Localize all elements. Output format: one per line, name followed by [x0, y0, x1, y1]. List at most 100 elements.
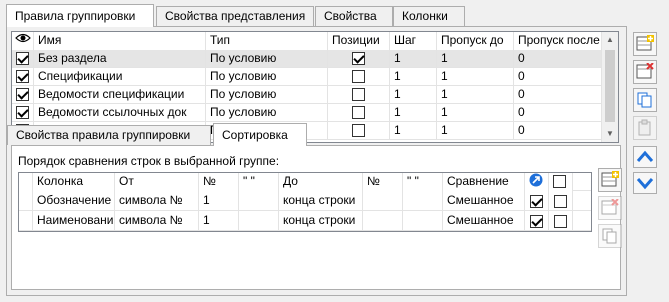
sort-caption: Порядок сравнения строк в выбранной груп… [18, 154, 280, 168]
column-header-step[interactable]: Шаг [390, 32, 437, 50]
rule-row[interactable]: Ведомости ссылочных док По условию 1 1 0 [12, 104, 602, 122]
sort-flag-checkbox[interactable] [549, 191, 573, 211]
scroll-down-icon[interactable]: ▼ [602, 126, 618, 142]
sort-from-no[interactable]: 1 [199, 211, 239, 231]
sort-direction-icon[interactable] [525, 173, 549, 191]
rule-name[interactable]: Спецификации [34, 68, 206, 86]
sort-to[interactable]: конца строки [279, 211, 363, 231]
column-header-from-quote[interactable]: " " [239, 173, 279, 191]
sort-ascending-checkbox[interactable] [525, 191, 549, 211]
rule-step[interactable]: 1 [390, 50, 437, 68]
rule-name[interactable]: Без раздела [34, 50, 206, 68]
column-header-from[interactable]: От [115, 173, 199, 191]
sort-column[interactable]: Обозначение [33, 191, 115, 211]
column-header-to-quote[interactable]: " " [403, 173, 443, 191]
scroll-up-icon[interactable]: ▲ [602, 32, 618, 48]
sort-compare[interactable]: Смешанное [443, 211, 525, 231]
rule-skip-after[interactable]: 0 [514, 68, 602, 86]
column-header-name[interactable]: Имя [34, 32, 206, 50]
rule-name[interactable]: Ведомости спецификации [34, 86, 206, 104]
delete-sort-button[interactable] [598, 196, 622, 220]
row-header[interactable] [19, 191, 33, 211]
sort-compare[interactable]: Смешанное [443, 191, 525, 211]
tab-view-properties[interactable]: Свойства представления [156, 6, 314, 26]
rule-positions-checkbox[interactable] [328, 104, 390, 122]
copy-rule-button[interactable] [633, 88, 657, 112]
rule-name[interactable]: Ведомости ссылочных док [34, 104, 206, 122]
rule-step[interactable]: 1 [390, 104, 437, 122]
rule-positions-checkbox[interactable] [328, 122, 390, 140]
rule-enabled-checkbox[interactable] [12, 68, 34, 86]
rule-type[interactable]: По условию [206, 50, 328, 68]
rule-positions-checkbox[interactable] [328, 68, 390, 86]
rule-type[interactable]: По условию [206, 104, 328, 122]
tab-grouping-rules[interactable]: Правила группировки [6, 4, 154, 27]
rule-step[interactable]: 1 [390, 122, 437, 140]
sort-to-no[interactable] [363, 211, 403, 231]
rule-enabled-checkbox[interactable] [12, 86, 34, 104]
rule-skip-before[interactable]: 1 [437, 50, 514, 68]
rule-enabled-checkbox[interactable] [12, 104, 34, 122]
column-header-from-no[interactable]: № [199, 173, 239, 191]
rule-skip-after[interactable]: 0 [514, 50, 602, 68]
rule-skip-before[interactable]: 1 [437, 68, 514, 86]
sort-grid[interactable]: Колонка От № " " До № " " Сравнение Обоз… [18, 172, 592, 232]
rule-step[interactable]: 1 [390, 68, 437, 86]
rule-type[interactable]: По условию [206, 86, 328, 104]
rule-step[interactable]: 1 [390, 86, 437, 104]
sort-row[interactable]: Обозначение символа № 1 конца строки Смешанн… [19, 191, 591, 211]
sort-flag-checkbox[interactable] [549, 211, 573, 231]
column-header-skip-after[interactable]: Пропуск после [514, 32, 602, 50]
sort-to[interactable]: конца строки [279, 191, 363, 211]
column-header-skip-before[interactable]: Пропуск до [437, 32, 514, 50]
rules-grid-scrollbar[interactable]: ▲ ▼ [601, 32, 618, 142]
sort-from-no[interactable]: 1 [199, 191, 239, 211]
sort-row[interactable]: Наименовани символа № 1 конца строки Смешанн… [19, 211, 591, 231]
copy-sort-button[interactable] [598, 224, 622, 248]
select-all-checkbox[interactable] [549, 173, 573, 191]
tab-rule-properties[interactable]: Свойства правила группировки [7, 125, 211, 145]
sorting-panel: Порядок сравнения строк в выбранной груп… [11, 145, 622, 290]
rule-skip-before[interactable]: 1 [437, 122, 514, 140]
column-header-type[interactable]: Тип [206, 32, 328, 50]
rule-row[interactable]: Ведомости спецификации По условию 1 1 0 [12, 86, 602, 104]
tab-sorting[interactable]: Сортировка [213, 123, 307, 146]
column-header-positions[interactable]: Позиции [328, 32, 390, 50]
add-sort-button[interactable] [598, 168, 622, 192]
scroll-thumb[interactable] [605, 50, 615, 122]
column-header-column[interactable]: Колонка [33, 173, 115, 191]
rule-skip-before[interactable]: 1 [437, 104, 514, 122]
row-header-corner [19, 173, 33, 191]
rule-positions-checkbox[interactable] [328, 86, 390, 104]
move-up-button[interactable] [633, 146, 657, 168]
sort-to-quote[interactable] [403, 191, 443, 211]
rule-positions-checkbox[interactable] [328, 50, 390, 68]
rule-row[interactable]: Спецификации По условию 1 1 0 [12, 68, 602, 86]
sort-ascending-checkbox[interactable] [525, 211, 549, 231]
sort-from[interactable]: символа № [115, 211, 199, 231]
rule-skip-after[interactable]: 0 [514, 86, 602, 104]
rule-skip-before[interactable]: 1 [437, 86, 514, 104]
column-header-to-no[interactable]: № [363, 173, 403, 191]
column-header-to[interactable]: До [279, 173, 363, 191]
rule-skip-after[interactable]: 0 [514, 122, 602, 140]
sort-from[interactable]: символа № [115, 191, 199, 211]
sort-from-quote[interactable] [239, 191, 279, 211]
rule-enabled-checkbox[interactable] [12, 50, 34, 68]
sort-column[interactable]: Наименовани [33, 211, 115, 231]
row-header[interactable] [19, 211, 33, 231]
sort-to-quote[interactable] [403, 211, 443, 231]
sort-from-quote[interactable] [239, 211, 279, 231]
sort-to-no[interactable] [363, 191, 403, 211]
column-header-compare[interactable]: Сравнение [443, 173, 525, 191]
tab-properties[interactable]: Свойства [315, 6, 393, 26]
rule-skip-after[interactable]: 0 [514, 104, 602, 122]
add-rule-button[interactable] [633, 32, 657, 56]
paste-rule-button[interactable] [633, 116, 657, 140]
eye-icon[interactable] [12, 32, 34, 50]
move-down-button[interactable] [633, 172, 657, 194]
rule-type[interactable]: По условию [206, 68, 328, 86]
rule-row[interactable]: Без раздела По условию 1 1 0 [12, 50, 602, 68]
tab-columns[interactable]: Колонки [393, 6, 465, 26]
delete-rule-button[interactable] [633, 60, 657, 84]
